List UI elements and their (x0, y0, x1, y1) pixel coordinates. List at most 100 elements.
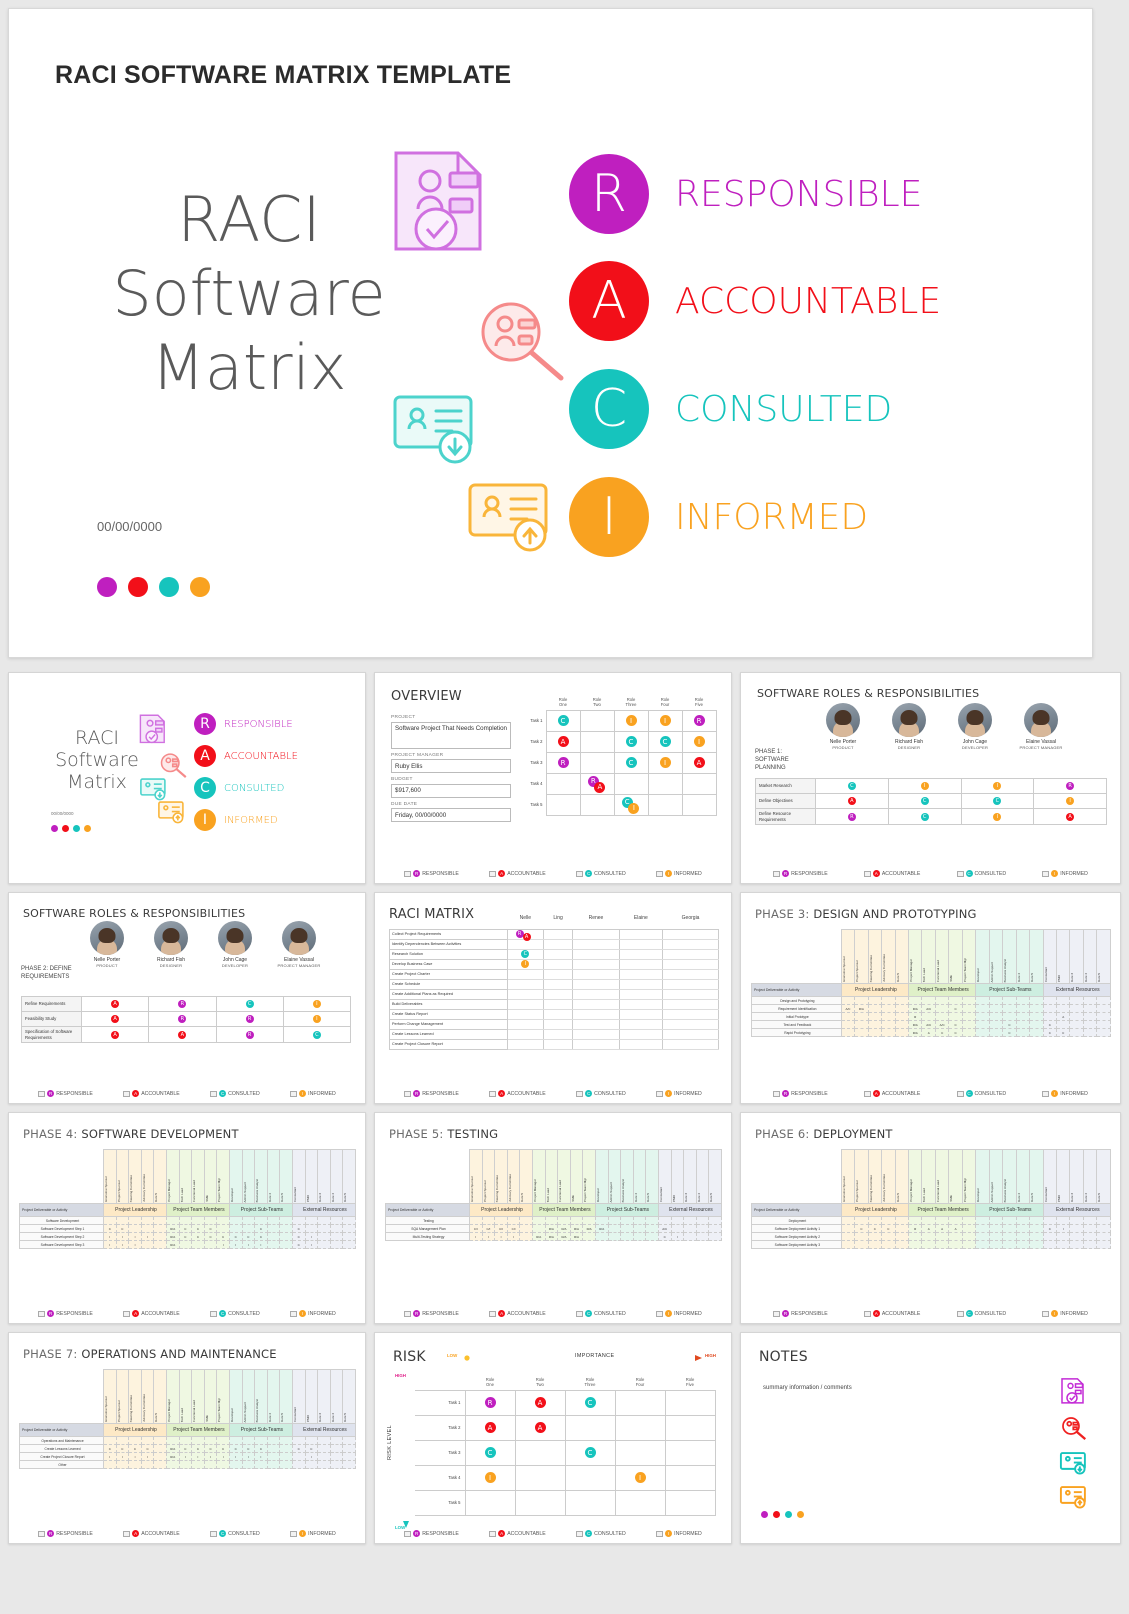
matrix-cell[interactable]: C (140, 1444, 155, 1453)
matrix-cell[interactable] (103, 1460, 117, 1469)
matrix-cell[interactable] (191, 1436, 205, 1445)
matrix-cell[interactable]: I (115, 1232, 130, 1241)
matrix-cell[interactable] (670, 1224, 685, 1233)
matrix-cell[interactable] (266, 1240, 281, 1249)
matrix-cell[interactable]: C (291, 1232, 306, 1241)
matrix-cell[interactable] (506, 1216, 521, 1225)
matrix-cell[interactable] (881, 996, 896, 1005)
matrix-cell[interactable]: I (616, 1472, 665, 1484)
matrix-cell[interactable] (1069, 1216, 1084, 1225)
matrix-cell[interactable] (342, 1232, 356, 1241)
matrix-cell[interactable] (279, 1216, 293, 1225)
matrix-cell[interactable] (1096, 996, 1111, 1005)
matrix-cell[interactable] (894, 1028, 910, 1037)
matrix-cell[interactable] (1042, 996, 1058, 1005)
matrix-cell[interactable] (921, 1232, 936, 1241)
matrix-cell[interactable] (481, 1216, 496, 1225)
matrix-cell[interactable]: I (103, 1240, 117, 1249)
matrix-cell[interactable] (683, 1224, 697, 1233)
matrix-cell[interactable]: C (284, 1030, 350, 1039)
matrix-cell[interactable]: C (566, 1447, 615, 1459)
matrix-cell[interactable]: I (103, 1232, 117, 1241)
matrix-cell[interactable] (894, 1224, 910, 1233)
matrix-cell[interactable] (1082, 1224, 1098, 1233)
matrix-cell[interactable]: C (816, 782, 888, 790)
matrix-cell[interactable] (165, 1436, 180, 1445)
matrix-cell[interactable] (988, 1012, 1004, 1021)
matrix-cell[interactable] (203, 1216, 218, 1225)
matrix-cell[interactable] (279, 1436, 293, 1445)
matrix-cell[interactable] (115, 1436, 130, 1445)
matrix-cell[interactable]: I (683, 736, 716, 748)
matrix-cell[interactable] (975, 1028, 990, 1037)
matrix-cell[interactable] (291, 1460, 306, 1469)
matrix-cell[interactable] (291, 1436, 306, 1445)
matrix-cell[interactable]: A (1055, 1012, 1071, 1021)
matrix-cell[interactable]: A (516, 1397, 565, 1409)
matrix-cell[interactable] (216, 1224, 230, 1233)
matrix-cell[interactable] (867, 1232, 883, 1241)
matrix-cell[interactable]: A (921, 1224, 936, 1233)
matrix-cell[interactable] (279, 1460, 293, 1469)
matrix-cell[interactable]: A (683, 757, 716, 769)
matrix-cell[interactable] (1002, 1232, 1017, 1241)
matrix-cell[interactable] (291, 1452, 306, 1461)
matrix-cell[interactable]: R/A (165, 1232, 180, 1241)
matrix-cell[interactable] (1002, 1240, 1017, 1249)
matrix-cell[interactable] (854, 1012, 869, 1021)
matrix-cell[interactable] (894, 1216, 910, 1225)
matrix-cell[interactable] (1002, 1012, 1017, 1021)
matrix-cell[interactable] (921, 1012, 936, 1021)
matrix-cell[interactable]: C (128, 1444, 142, 1453)
matrix-cell[interactable] (988, 1004, 1004, 1013)
matrix-cell[interactable] (342, 1216, 356, 1225)
matrix-cell[interactable] (1002, 1224, 1017, 1233)
matrix-cell[interactable] (921, 1240, 936, 1249)
matrix-cell[interactable] (1055, 1004, 1071, 1013)
matrix-cell[interactable] (342, 1452, 356, 1461)
matrix-cell[interactable] (921, 996, 936, 1005)
matrix-cell[interactable]: C (867, 1224, 883, 1233)
matrix-cell[interactable] (1029, 1012, 1044, 1021)
matrix-cell[interactable] (1055, 1240, 1071, 1249)
matrix-cell[interactable]: I (962, 812, 1034, 821)
matrix-cell[interactable] (531, 1216, 546, 1225)
matrix-cell[interactable] (988, 1224, 1004, 1233)
matrix-cell[interactable]: R/A (907, 1020, 923, 1029)
matrix-cell[interactable] (645, 1224, 659, 1233)
matrix-cell[interactable]: C (962, 797, 1034, 805)
matrix-cell[interactable] (594, 1232, 609, 1241)
matrix-cell[interactable] (241, 1224, 256, 1233)
matrix-cell[interactable] (329, 1460, 344, 1469)
matrix-cell[interactable] (254, 1216, 268, 1225)
matrix-cell[interactable] (266, 1232, 281, 1241)
field-value-due-date[interactable]: Friday, 00/00/0000 (391, 808, 511, 822)
matrix-cell[interactable] (317, 1224, 331, 1233)
matrix-cell[interactable] (988, 1020, 1004, 1029)
matrix-cell[interactable]: I (140, 1452, 155, 1461)
slide-phase-6[interactable]: PHASE 6: DEPLOYMENT Executive Sponsor Pro… (740, 1112, 1121, 1324)
matrix-cell[interactable]: R (149, 1015, 215, 1023)
matrix-cell[interactable]: C (508, 950, 543, 958)
matrix-cell[interactable]: I (128, 1232, 142, 1241)
matrix-cell[interactable] (975, 1012, 990, 1021)
matrix-cell[interactable]: R/A (569, 1224, 584, 1233)
matrix-cell[interactable] (1096, 1240, 1111, 1249)
matrix-cell[interactable]: I (889, 782, 961, 790)
matrix-cell[interactable]: I (140, 1232, 155, 1241)
field-value-budget[interactable]: $917,600 (391, 783, 511, 798)
matrix-cell[interactable]: I (178, 1452, 193, 1461)
matrix-cell[interactable] (854, 1240, 869, 1249)
matrix-cell[interactable] (840, 1028, 856, 1037)
matrix-cell[interactable] (291, 1216, 306, 1225)
matrix-cell[interactable] (934, 1232, 950, 1241)
matrix-cell[interactable] (153, 1460, 167, 1469)
matrix-cell[interactable]: C (657, 1232, 672, 1241)
matrix-cell[interactable] (1029, 996, 1044, 1005)
matrix-cell[interactable] (975, 1216, 990, 1225)
matrix-cell[interactable] (469, 1216, 483, 1225)
matrix-cell[interactable] (1002, 1004, 1017, 1013)
matrix-cell[interactable]: I (216, 1452, 230, 1461)
matrix-cell[interactable] (1082, 1012, 1098, 1021)
matrix-cell[interactable] (1015, 1020, 1031, 1029)
